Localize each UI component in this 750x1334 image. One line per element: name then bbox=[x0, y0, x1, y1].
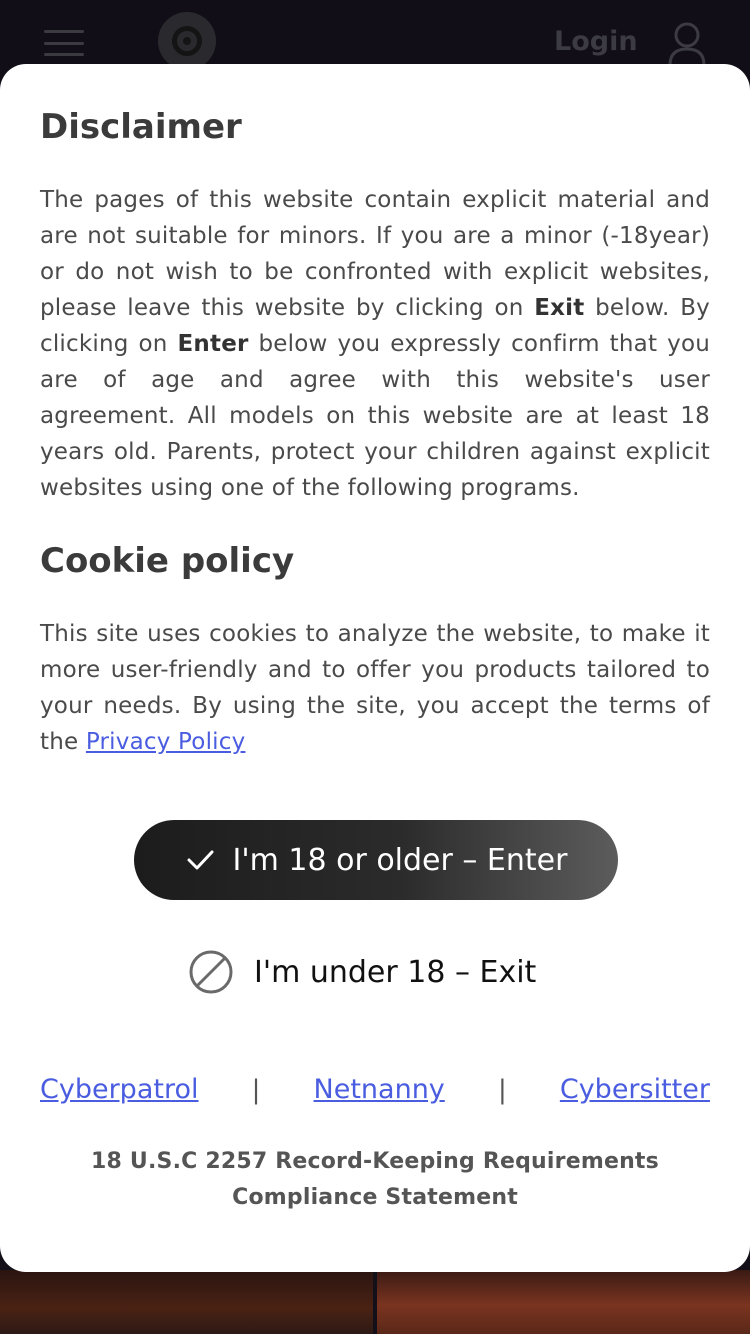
cybersitter-link[interactable]: Cybersitter bbox=[560, 1074, 710, 1105]
parental-filter-links: Cyberpatrol | Netnanny | Cybersitter bbox=[40, 1074, 710, 1105]
check-icon bbox=[187, 850, 214, 870]
enter-button-label: I'm 18 or older – Enter bbox=[232, 842, 568, 878]
compliance-statement-link[interactable]: 18 U.S.C 2257 Record-Keeping Requirement… bbox=[40, 1144, 710, 1216]
exit-button[interactable]: I'm under 18 – Exit bbox=[188, 948, 536, 996]
block-icon bbox=[189, 950, 233, 994]
login-link[interactable]: Login bbox=[554, 26, 638, 57]
exit-button-label: I'm under 18 – Exit bbox=[254, 954, 537, 990]
exit-word: Exit bbox=[534, 295, 585, 321]
age-verification-modal: Disclaimer The pages of this website con… bbox=[0, 64, 750, 1272]
cyberpatrol-link[interactable]: Cyberpatrol bbox=[40, 1074, 198, 1105]
cookie-policy-title: Cookie policy bbox=[40, 541, 295, 581]
enter-word: Enter bbox=[177, 331, 249, 357]
separator: | bbox=[497, 1074, 507, 1105]
site-logo-icon[interactable] bbox=[158, 12, 216, 70]
privacy-policy-link[interactable]: Privacy Policy bbox=[86, 729, 246, 755]
background-thumbnails bbox=[0, 1270, 750, 1334]
cookie-policy-text: This site uses cookies to analyze the we… bbox=[40, 616, 710, 760]
enter-button[interactable]: I'm 18 or older – Enter bbox=[134, 820, 618, 900]
model-thumbnail bbox=[0, 1270, 373, 1334]
model-thumbnail bbox=[377, 1270, 750, 1334]
separator: | bbox=[251, 1074, 261, 1105]
disclaimer-title: Disclaimer bbox=[40, 107, 242, 147]
disclaimer-text: The pages of this website contain explic… bbox=[40, 182, 710, 506]
hamburger-menu-icon[interactable] bbox=[44, 30, 84, 56]
netnanny-link[interactable]: Netnanny bbox=[314, 1074, 445, 1105]
user-icon[interactable] bbox=[668, 22, 706, 66]
